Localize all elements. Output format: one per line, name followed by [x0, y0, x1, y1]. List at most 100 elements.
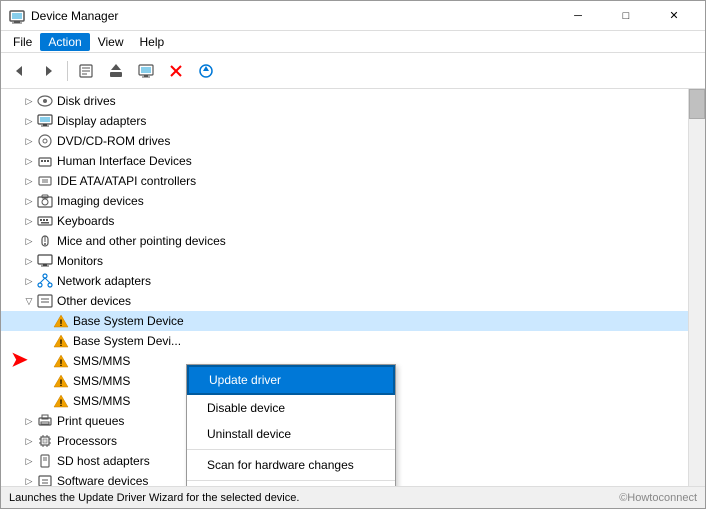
- monitors-label: Monitors: [57, 254, 103, 268]
- expand-other-devices[interactable]: ▽: [21, 293, 37, 309]
- toolbar-separator-1: [67, 61, 68, 81]
- other-devices-label: Other devices: [57, 294, 131, 308]
- menu-file[interactable]: File: [5, 33, 40, 51]
- software-devices-icon: [37, 473, 53, 486]
- sms-mms-2-icon: !: [53, 373, 69, 389]
- sd-host-label: SD host adapters: [57, 454, 150, 468]
- close-button[interactable]: ✕: [651, 1, 697, 31]
- other-devices-icon: [37, 293, 53, 309]
- status-text: Launches the Update Driver Wizard for th…: [9, 492, 299, 504]
- scrollbar-thumb[interactable]: [689, 89, 705, 119]
- sms-mms-3-label: SMS/MMS: [73, 394, 130, 408]
- menu-bar: File Action View Help: [1, 31, 705, 53]
- processors-label: Processors: [57, 434, 117, 448]
- expand-network[interactable]: ▷: [21, 273, 37, 289]
- human-interface-label: Human Interface Devices: [57, 154, 192, 168]
- ctx-uninstall-device-label: Uninstall device: [207, 427, 291, 441]
- sms-mms-2-label: SMS/MMS: [73, 374, 130, 388]
- keyboards-icon: [37, 213, 53, 229]
- expand-display-adapters[interactable]: ▷: [21, 113, 37, 129]
- imaging-label: Imaging devices: [57, 194, 144, 208]
- tree-item-other-devices[interactable]: ▽ Other devices: [1, 291, 688, 311]
- expand-keyboards[interactable]: ▷: [21, 213, 37, 229]
- status-bar: Launches the Update Driver Wizard for th…: [1, 486, 705, 508]
- tree-item-imaging[interactable]: ▷ Imaging devices: [1, 191, 688, 211]
- tree-item-network[interactable]: ▷ Network adapters: [1, 271, 688, 291]
- svg-text:!: !: [60, 398, 63, 408]
- tree-item-base-system-1[interactable]: ▷ ! Base System Device: [1, 311, 688, 331]
- window-title: Device Manager: [31, 9, 555, 23]
- expand-dvd-cdrom[interactable]: ▷: [21, 133, 37, 149]
- scan-button[interactable]: [192, 57, 220, 85]
- content-area: ▷ Disk drives ▷ Display adapters ▷ DVD/C…: [1, 89, 705, 486]
- window-controls: ─ □ ✕: [555, 1, 697, 31]
- vertical-scrollbar[interactable]: [688, 89, 705, 486]
- expand-print-queues[interactable]: ▷: [21, 413, 37, 429]
- expand-human-interface[interactable]: ▷: [21, 153, 37, 169]
- monitor-button[interactable]: [132, 57, 160, 85]
- tree-item-keyboards[interactable]: ▷ Keyboards: [1, 211, 688, 231]
- imaging-icon: [37, 193, 53, 209]
- processors-icon: [37, 433, 53, 449]
- base-system-1-icon: !: [53, 313, 69, 329]
- tree-item-ide-atapi[interactable]: ▷ IDE ATA/ATAPI controllers: [1, 171, 688, 191]
- base-system-2-icon: !: [53, 333, 69, 349]
- properties-button[interactable]: [72, 57, 100, 85]
- svg-text:!: !: [60, 378, 63, 388]
- keyboards-label: Keyboards: [57, 214, 114, 228]
- maximize-button[interactable]: □: [603, 1, 649, 31]
- svg-text:!: !: [60, 358, 63, 368]
- remove-button[interactable]: [162, 57, 190, 85]
- display-adapters-label: Display adapters: [57, 114, 146, 128]
- tree-item-display-adapters[interactable]: ▷ Display adapters: [1, 111, 688, 131]
- expand-disk-drives[interactable]: ▷: [21, 93, 37, 109]
- print-queues-label: Print queues: [57, 414, 124, 428]
- expand-processors[interactable]: ▷: [21, 433, 37, 449]
- ctx-update-driver-label: Update driver: [209, 373, 281, 387]
- sms-mms-3-icon: !: [53, 393, 69, 409]
- base-system-2-label: Base System Devi...: [73, 334, 181, 348]
- forward-button[interactable]: [35, 57, 63, 85]
- expand-sd-host[interactable]: ▷: [21, 453, 37, 469]
- ctx-uninstall-device[interactable]: Uninstall device: [187, 421, 395, 447]
- menu-help[interactable]: Help: [132, 33, 173, 51]
- update-driver-toolbar-button[interactable]: [102, 57, 130, 85]
- menu-view[interactable]: View: [90, 33, 132, 51]
- mice-label: Mice and other pointing devices: [57, 234, 226, 248]
- disk-drives-icon: [37, 93, 53, 109]
- ctx-disable-device[interactable]: Disable device: [187, 395, 395, 421]
- device-tree[interactable]: ▷ Disk drives ▷ Display adapters ▷ DVD/C…: [1, 89, 688, 486]
- menu-action[interactable]: Action: [40, 33, 89, 51]
- context-menu: Update driver Disable device Uninstall d…: [186, 364, 396, 486]
- minimize-button[interactable]: ─: [555, 1, 601, 31]
- software-devices-label: Software devices: [57, 474, 148, 486]
- tree-item-disk-drives[interactable]: ▷ Disk drives: [1, 91, 688, 111]
- expand-ide-atapi[interactable]: ▷: [21, 173, 37, 189]
- expand-mice[interactable]: ▷: [21, 233, 37, 249]
- app-icon: [9, 8, 25, 24]
- ctx-properties[interactable]: Properties: [187, 483, 395, 486]
- ctx-scan-hardware[interactable]: Scan for hardware changes: [187, 452, 395, 478]
- tree-item-dvd-cdrom[interactable]: ▷ DVD/CD-ROM drives: [1, 131, 688, 151]
- tree-item-mice[interactable]: ▷ Mice and other pointing devices: [1, 231, 688, 251]
- expand-monitors[interactable]: ▷: [21, 253, 37, 269]
- expand-software-devices[interactable]: ▷: [21, 473, 37, 486]
- network-icon: [37, 273, 53, 289]
- monitors-icon: [37, 253, 53, 269]
- tree-item-human-interface[interactable]: ▷ Human Interface Devices: [1, 151, 688, 171]
- title-bar: Device Manager ─ □ ✕: [1, 1, 705, 31]
- context-menu-separator-2: [187, 480, 395, 481]
- expand-imaging[interactable]: ▷: [21, 193, 37, 209]
- disk-drives-label: Disk drives: [57, 94, 116, 108]
- tree-item-monitors[interactable]: ▷ Monitors: [1, 251, 688, 271]
- tree-item-base-system-2[interactable]: ▷ ! Base System Devi...: [1, 331, 688, 351]
- sd-host-icon: [37, 453, 53, 469]
- dvd-cdrom-icon: [37, 133, 53, 149]
- sms-mms-1-icon: !: [53, 353, 69, 369]
- dvd-cdrom-label: DVD/CD-ROM drives: [57, 134, 170, 148]
- network-label: Network adapters: [57, 274, 151, 288]
- back-button[interactable]: [5, 57, 33, 85]
- device-manager-window: Device Manager ─ □ ✕ File Action View He…: [0, 0, 706, 509]
- ctx-update-driver[interactable]: Update driver: [187, 365, 395, 395]
- sms-mms-1-label: SMS/MMS: [73, 354, 130, 368]
